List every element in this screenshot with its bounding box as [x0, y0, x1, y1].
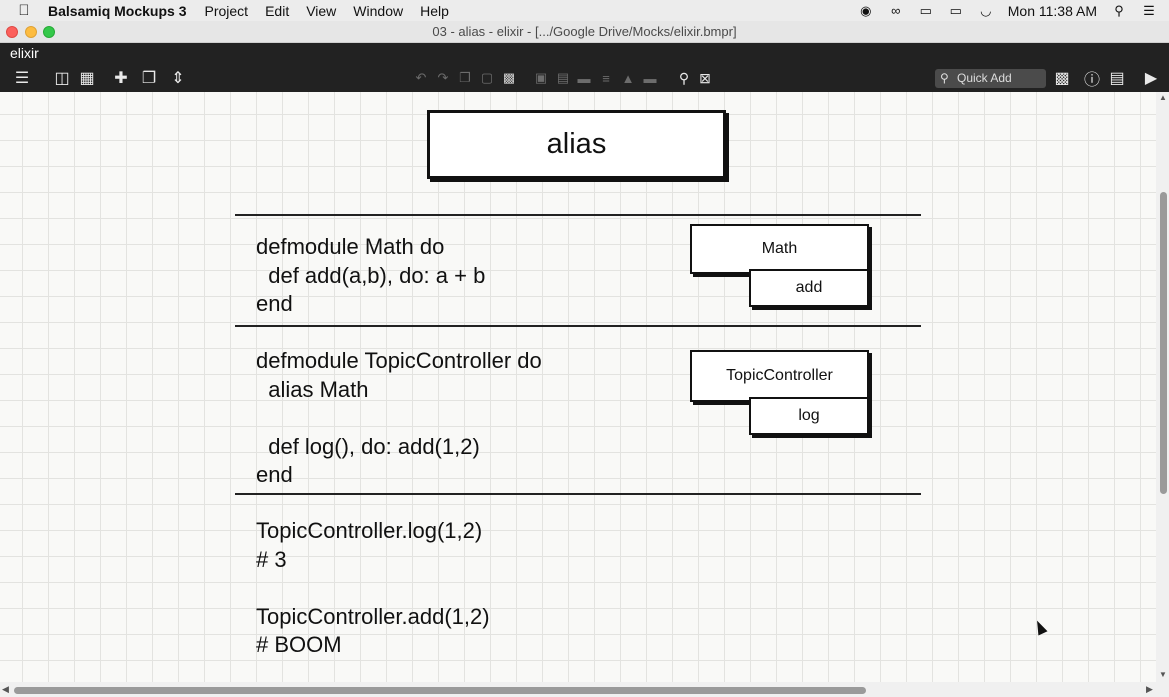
mockup-canvas[interactable]: alias defmodule Math do def add(a,b), do…: [0, 92, 1156, 682]
group-icon[interactable]: ▣: [532, 68, 550, 88]
menu-project[interactable]: Project: [205, 3, 249, 19]
copy-icon[interactable]: ❐: [456, 68, 474, 88]
vertical-scroll-thumb[interactable]: [1160, 192, 1167, 494]
wifi-icon[interactable]: ◡: [978, 3, 994, 18]
project-name[interactable]: elixir: [10, 45, 39, 61]
quick-add-input[interactable]: ⚲ Quick Add: [935, 69, 1046, 88]
align-icon[interactable]: ▬: [575, 68, 593, 88]
toolbar: ☰ ◫ ▦ ✚ ❐ ⇕ ↶ ↷ ❐ ▢ ▩ ▣ ▤ ▬ ≡ ▲ ▬ ⚲ ⊠ ⚲ …: [0, 64, 1169, 92]
redo-icon[interactable]: ↷: [434, 68, 452, 88]
cut-icon[interactable]: ▢: [478, 68, 496, 88]
duplicate-icon[interactable]: ❐: [138, 68, 160, 88]
ui-library-icon[interactable]: ▩: [1052, 68, 1072, 88]
scroll-down-arrow-icon[interactable]: ▼: [1159, 670, 1167, 679]
topic-controller-box[interactable]: TopicController: [690, 350, 869, 402]
title-box[interactable]: alias: [427, 110, 726, 179]
divider-line[interactable]: [235, 214, 921, 216]
usage-code[interactable]: TopicController.log(1,2) # 3 TopicContro…: [256, 517, 490, 660]
search-icon: ⚲: [940, 71, 949, 85]
window-title-bar: 03 - alias - elixir - [.../Google Drive/…: [0, 21, 1169, 43]
battery-icon[interactable]: ▭: [948, 3, 964, 18]
paste-icon[interactable]: ▩: [500, 68, 518, 88]
airplay-icon[interactable]: ▭: [918, 3, 934, 18]
find-icon[interactable]: ⚲: [674, 68, 694, 88]
math-module-code[interactable]: defmodule Math do def add(a,b), do: a + …: [256, 233, 485, 319]
scroll-left-arrow-icon[interactable]: ◀: [2, 684, 9, 695]
menu-app-name[interactable]: Balsamiq Mockups 3: [48, 3, 187, 19]
apple-icon[interactable]: : [0, 2, 48, 19]
scroll-right-arrow-icon[interactable]: ▶: [1146, 684, 1153, 695]
topic-log-box[interactable]: log: [749, 397, 869, 435]
glasses-icon[interactable]: ∞: [888, 3, 904, 18]
window-title: 03 - alias - elixir - [.../Google Drive/…: [432, 24, 737, 39]
menu-help[interactable]: Help: [420, 3, 449, 19]
horizontal-scroll-thumb[interactable]: [14, 687, 866, 694]
ungroup-icon[interactable]: ▤: [554, 68, 572, 88]
quick-add-placeholder: Quick Add: [957, 71, 1012, 85]
notification-center-icon[interactable]: ☰: [1141, 3, 1157, 18]
divider-line[interactable]: [235, 493, 921, 495]
window-minimize-button[interactable]: [25, 26, 37, 38]
spotlight-search-icon[interactable]: ⚲: [1111, 3, 1127, 18]
window-zoom-button[interactable]: [43, 26, 55, 38]
info-icon[interactable]: ⓘ: [1082, 68, 1102, 89]
hamburger-menu-icon[interactable]: ☰: [10, 68, 34, 88]
vertical-scrollbar[interactable]: ▲ ▼: [1156, 92, 1169, 682]
undo-icon[interactable]: ↶: [412, 68, 430, 88]
lock-icon[interactable]: ▲: [619, 68, 637, 88]
clock[interactable]: Mon 11:38 AM: [1008, 3, 1097, 19]
menu-bar:  Balsamiq Mockups 3 Project Edit View W…: [0, 0, 1169, 21]
record-icon[interactable]: ◉: [858, 3, 874, 18]
scroll-up-arrow-icon[interactable]: ▲: [1159, 93, 1167, 102]
math-module-label: Math: [761, 240, 798, 257]
properties-panel-icon[interactable]: ▤: [1107, 68, 1127, 88]
add-icon[interactable]: ✚: [111, 68, 131, 88]
presentation-mode-icon[interactable]: ▶: [1140, 68, 1162, 88]
reorder-icon[interactable]: ⇕: [168, 68, 188, 88]
math-add-label: add: [795, 279, 823, 296]
distribute-icon[interactable]: ≡: [597, 68, 615, 88]
menu-view[interactable]: View: [306, 3, 336, 19]
topic-controller-code[interactable]: defmodule TopicController do alias Math …: [256, 347, 542, 490]
divider-line[interactable]: [235, 325, 921, 327]
toggle-navigator-icon[interactable]: ◫: [52, 68, 72, 88]
horizontal-scrollbar[interactable]: ◀ ▶: [0, 682, 1169, 697]
math-add-box[interactable]: add: [749, 269, 869, 307]
menu-edit[interactable]: Edit: [265, 3, 289, 19]
title-text: alias: [546, 128, 607, 160]
topic-controller-label: TopicController: [726, 367, 833, 384]
grid-view-icon[interactable]: ▦: [77, 68, 97, 88]
topic-log-label: log: [798, 407, 820, 424]
math-module-box[interactable]: Math: [690, 224, 869, 274]
window-close-button[interactable]: [6, 26, 18, 38]
delete-icon[interactable]: ▬: [641, 68, 659, 88]
clear-icon[interactable]: ⊠: [696, 68, 714, 88]
mouse-cursor-icon: [1032, 618, 1048, 636]
project-bar: elixir: [0, 43, 1169, 64]
menu-window[interactable]: Window: [353, 3, 403, 19]
